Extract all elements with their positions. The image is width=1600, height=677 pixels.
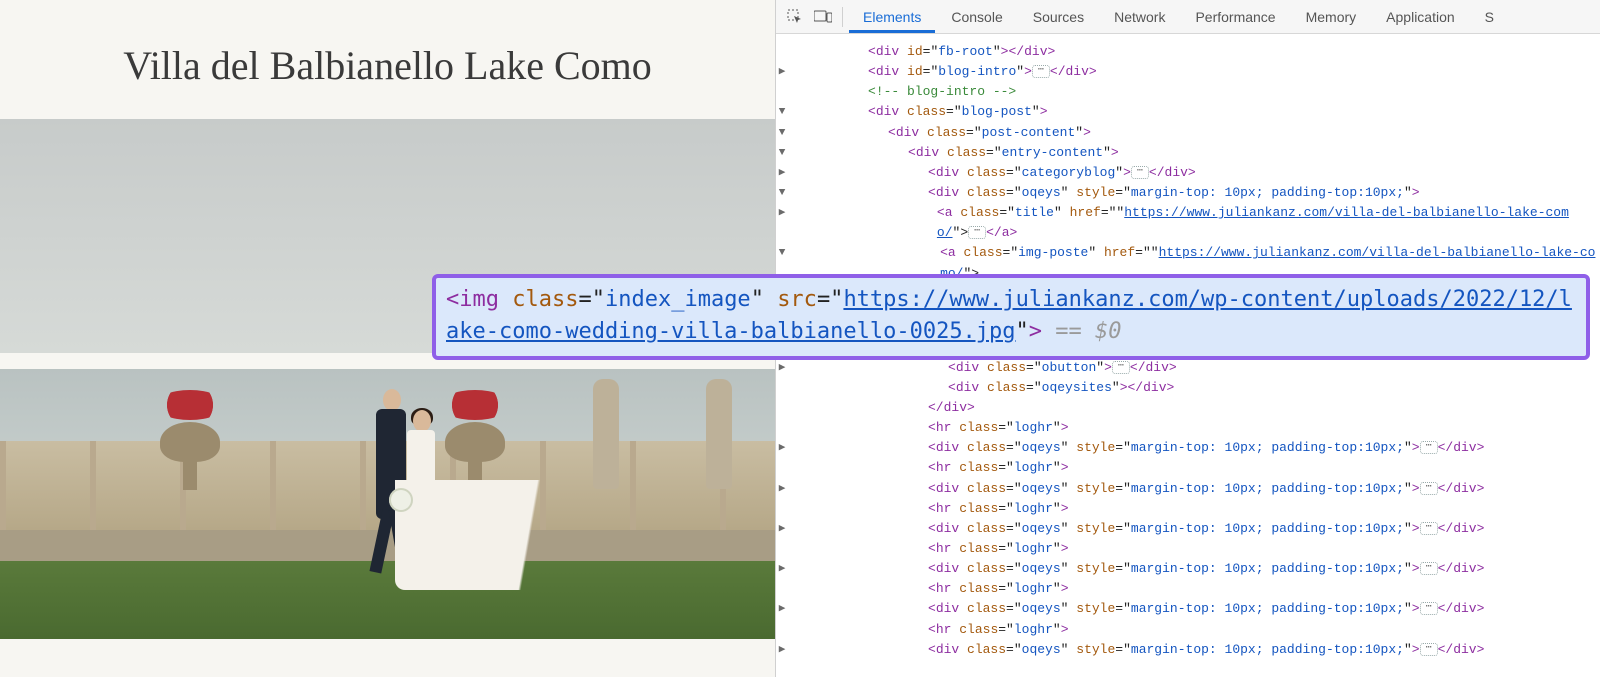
inspect-icon[interactable]: [782, 4, 808, 30]
dom-row[interactable]: ▼<div class="oqeys" style="margin-top: 1…: [776, 183, 1600, 203]
devtools-tabbar: Elements Console Sources Network Perform…: [776, 0, 1600, 34]
dom-row[interactable]: <hr class="loghr">: [776, 620, 1600, 640]
dom-row[interactable]: <!-- blog-intro -->: [776, 82, 1600, 102]
tabbar-separator: [842, 7, 843, 27]
tab-sources[interactable]: Sources: [1019, 1, 1098, 32]
dom-row[interactable]: ▶<div class="obutton">⋯</div>: [776, 358, 1600, 378]
dom-row[interactable]: <hr class="loghr">: [776, 458, 1600, 478]
ellipsis-icon[interactable]: ⋯: [1420, 602, 1438, 615]
page-title: Villa del Balbianello Lake Como: [0, 42, 775, 89]
ellipsis-icon[interactable]: ⋯: [1420, 482, 1438, 495]
dom-row[interactable]: <hr class="loghr">: [776, 418, 1600, 438]
dom-row[interactable]: ▶<div class="oqeys" style="margin-top: 1…: [776, 519, 1600, 539]
ellipsis-icon[interactable]: ⋯: [1420, 643, 1438, 656]
dom-row[interactable]: <hr class="loghr">: [776, 539, 1600, 559]
ellipsis-icon[interactable]: ⋯: [1032, 65, 1050, 78]
dom-row[interactable]: </div>: [776, 398, 1600, 418]
dom-row[interactable]: ▼<div class="entry-content">: [776, 143, 1600, 163]
dollar-zero-indicator: == $0: [1042, 319, 1121, 344]
tab-network[interactable]: Network: [1100, 1, 1179, 32]
dom-row[interactable]: ▼<div class="blog-post">: [776, 102, 1600, 122]
dom-row[interactable]: <hr class="loghr">: [776, 499, 1600, 519]
tab-application[interactable]: Application: [1372, 1, 1469, 32]
dom-row[interactable]: ▶<div id="blog-intro">⋯</div>: [776, 62, 1600, 82]
dom-row[interactable]: ▶<div class="categoryblog">⋯</div>: [776, 163, 1600, 183]
dom-row[interactable]: <div id="fb-root"></div>: [776, 42, 1600, 62]
tab-elements[interactable]: Elements: [849, 1, 935, 33]
dom-row[interactable]: ▼<div class="post-content">: [776, 123, 1600, 143]
dom-row[interactable]: ▶<div class="oqeys" style="margin-top: 1…: [776, 559, 1600, 579]
ellipsis-icon[interactable]: ⋯: [1112, 361, 1130, 374]
device-toolbar-icon[interactable]: [810, 4, 836, 30]
dom-row[interactable]: ▶<div class="oqeys" style="margin-top: 1…: [776, 640, 1600, 660]
tab-performance[interactable]: Performance: [1181, 1, 1289, 32]
dom-row[interactable]: ▶<div class="oqeys" style="margin-top: 1…: [776, 438, 1600, 458]
dom-row[interactable]: <hr class="loghr">: [776, 579, 1600, 599]
dom-row[interactable]: ▶<div class="oqeys" style="margin-top: 1…: [776, 599, 1600, 619]
ellipsis-icon[interactable]: ⋯: [1420, 562, 1438, 575]
hero-photo: [0, 119, 775, 639]
ellipsis-icon[interactable]: ⋯: [968, 226, 986, 239]
dom-row[interactable]: ▶<a class="title" href=""https://www.jul…: [776, 203, 1600, 243]
selected-dom-node[interactable]: <img class="index_image" src="https://ww…: [432, 274, 1590, 360]
dom-row[interactable]: <div class="oqeysites"></div>: [776, 378, 1600, 398]
ellipsis-icon[interactable]: ⋯: [1131, 166, 1149, 179]
tab-console[interactable]: Console: [937, 1, 1016, 32]
dom-row[interactable]: ▶<div class="oqeys" style="margin-top: 1…: [776, 479, 1600, 499]
ellipsis-icon[interactable]: ⋯: [1420, 522, 1438, 535]
ellipsis-icon[interactable]: ⋯: [1420, 441, 1438, 454]
tab-memory[interactable]: Memory: [1292, 1, 1371, 32]
tab-more[interactable]: S: [1471, 1, 1508, 32]
